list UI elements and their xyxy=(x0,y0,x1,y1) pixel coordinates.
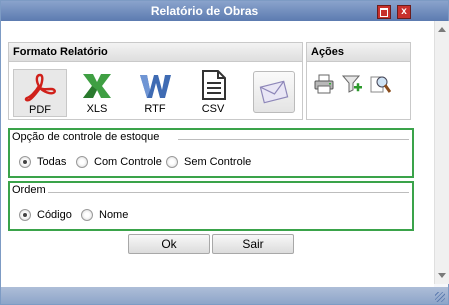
csv-document-icon xyxy=(202,70,226,100)
format-panel: Formato Relatório PDF XLS RTF CSV xyxy=(8,42,303,120)
radio-todas-label: Todas xyxy=(37,156,67,168)
xls-button[interactable]: XLS xyxy=(71,69,123,115)
scroll-up-icon[interactable] xyxy=(438,27,446,32)
magnify-preview-icon xyxy=(370,76,392,93)
actions-panel-header: Ações xyxy=(307,43,410,62)
pdf-icon xyxy=(24,73,56,102)
csv-label: CSV xyxy=(201,103,225,115)
filter-add-icon xyxy=(341,75,362,93)
maximize-button[interactable] xyxy=(377,5,391,19)
radio-com-controle-label: Com Controle xyxy=(94,156,162,168)
title-bar[interactable]: Relatório de Obras x xyxy=(1,1,448,21)
pdf-label: PDF xyxy=(29,104,51,116)
preview-button[interactable] xyxy=(369,73,392,95)
csv-button[interactable]: CSV xyxy=(187,69,239,115)
window-content: Formato Relatório PDF XLS RTF CSV Ações … xyxy=(1,21,434,287)
word-icon xyxy=(140,75,171,98)
xls-label: XLS xyxy=(86,103,108,115)
window-title: Relatório de Obras xyxy=(150,4,259,18)
radio-circle[interactable] xyxy=(19,156,31,168)
close-button[interactable]: x xyxy=(397,5,411,19)
pdf-button[interactable]: PDF xyxy=(13,69,67,117)
stock-control-legend: Opção de controle de estoque xyxy=(12,131,162,143)
status-bar xyxy=(1,287,448,304)
radio-sem-controle-label: Sem Controle xyxy=(184,156,252,168)
divider xyxy=(178,139,409,140)
stock-control-group: Opção de controle de estoque Todas Com C… xyxy=(8,128,414,178)
actions-panel: Ações xyxy=(306,42,411,120)
rtf-label: RTF xyxy=(144,103,166,115)
radio-circle[interactable] xyxy=(19,209,31,221)
email-button[interactable] xyxy=(253,71,295,113)
printer-icon xyxy=(314,74,334,94)
vertical-scrollbar[interactable] xyxy=(434,21,449,284)
filter-add-button[interactable] xyxy=(341,73,363,95)
radio-codigo-label: Código xyxy=(37,209,72,221)
divider xyxy=(44,192,409,193)
print-button[interactable] xyxy=(313,73,335,95)
radio-circle[interactable] xyxy=(81,209,93,221)
report-window: Relatório de Obras x Formato Relatório P… xyxy=(0,0,449,305)
ok-button[interactable]: Ok xyxy=(128,234,210,254)
order-legend: Ordem xyxy=(12,184,48,196)
rtf-button[interactable]: RTF xyxy=(129,69,181,115)
email-envelope-icon xyxy=(259,80,289,104)
radio-circle[interactable] xyxy=(166,156,178,168)
exit-button[interactable]: Sair xyxy=(212,234,294,254)
radio-circle[interactable] xyxy=(76,156,88,168)
scroll-down-icon[interactable] xyxy=(438,273,446,278)
format-panel-header: Formato Relatório xyxy=(9,43,302,62)
order-group: Ordem Código Nome xyxy=(8,181,414,231)
resize-grip-icon[interactable] xyxy=(435,292,445,302)
excel-icon xyxy=(83,74,111,98)
radio-nome-label: Nome xyxy=(99,209,129,221)
